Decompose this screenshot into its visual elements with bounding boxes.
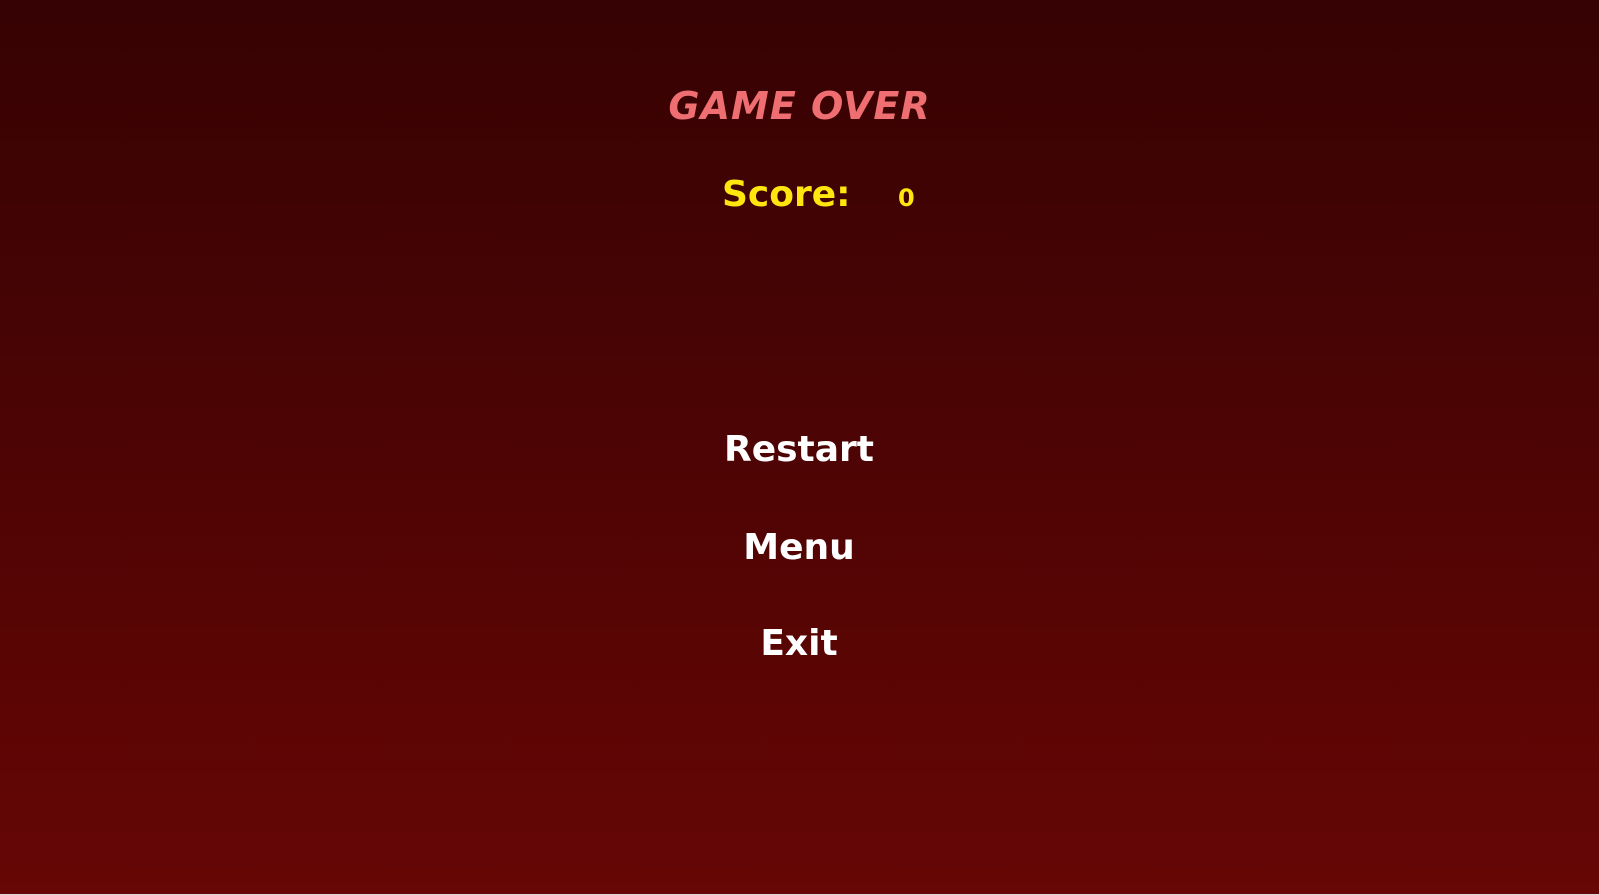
restart-button[interactable]: Restart (650, 420, 948, 480)
menu-button[interactable]: Menu (650, 518, 948, 578)
game-over-screen: GAME OVER Score: 0 Restart Menu Exit (0, 0, 1600, 895)
exit-button[interactable]: Exit (650, 614, 948, 674)
game-canvas: GAME OVER Score: 0 Restart Menu Exit (0, 0, 1599, 894)
score-value: 0 (898, 184, 915, 212)
score-label: Score: (722, 174, 851, 215)
game-over-title: GAME OVER (668, 84, 931, 128)
